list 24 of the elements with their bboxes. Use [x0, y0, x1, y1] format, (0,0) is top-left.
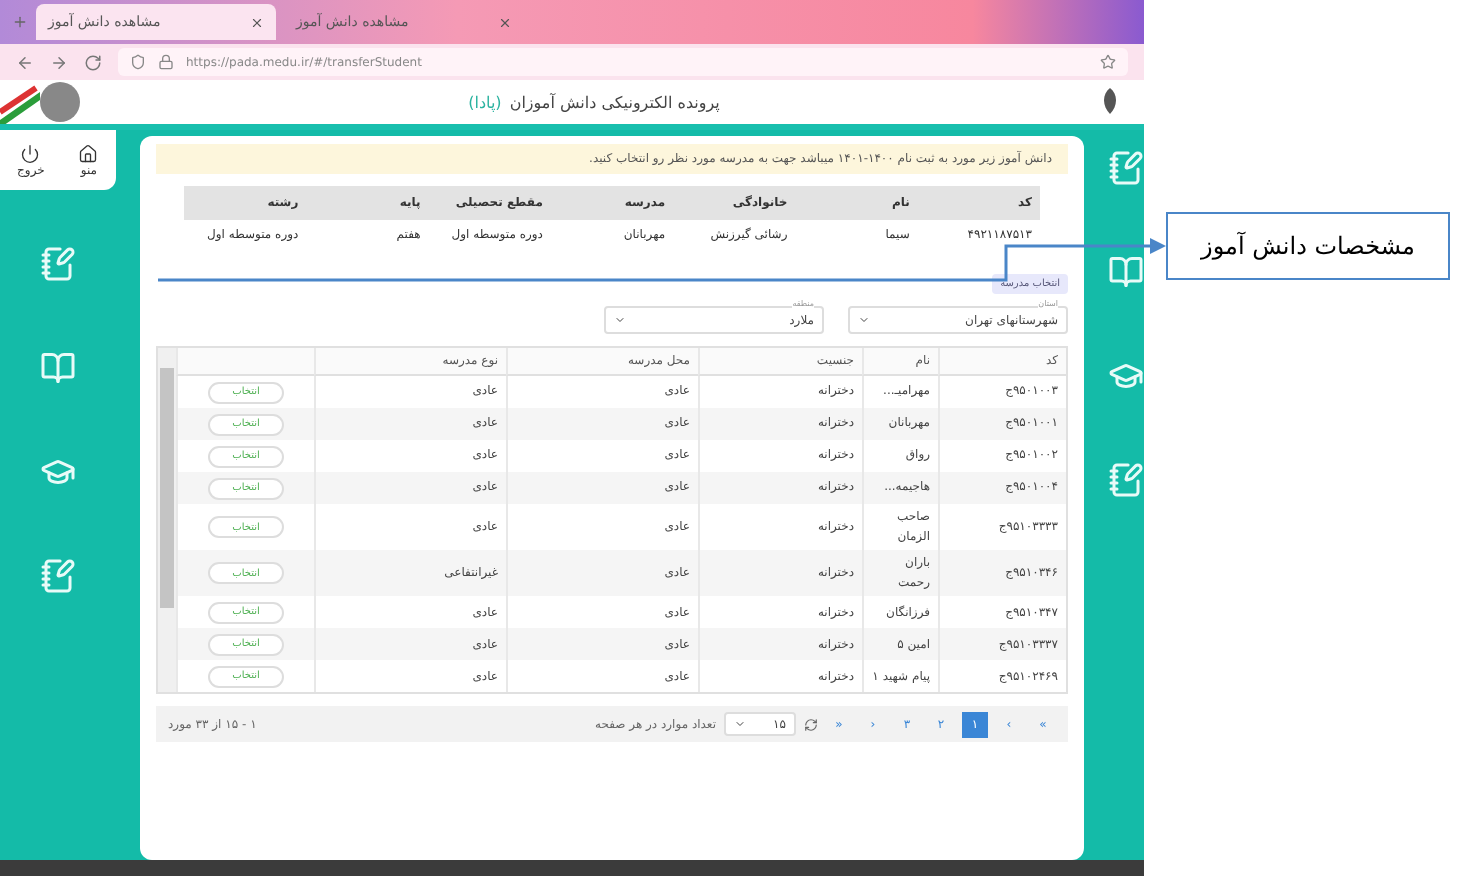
page-title: پرونده الکترونیکی دانش آموزان: [509, 93, 720, 111]
caret-icon[interactable]: [614, 314, 626, 326]
shield-icon: [130, 54, 146, 70]
notebook-icon: [1108, 462, 1144, 498]
back-icon[interactable]: [16, 53, 34, 71]
refresh-icon[interactable]: [804, 717, 818, 732]
notebook-icon: [40, 558, 76, 594]
caret-icon[interactable]: [858, 314, 870, 326]
graduation-cap-icon: [1108, 358, 1144, 394]
notebook-icon: [40, 246, 76, 282]
book-icon: [1108, 254, 1144, 290]
reload-icon[interactable]: [84, 53, 102, 71]
forward-icon[interactable]: [50, 53, 68, 71]
scrollbar[interactable]: [158, 348, 176, 693]
book-icon: [40, 350, 76, 386]
notebook-icon: [1108, 150, 1144, 186]
star-icon[interactable]: [1100, 54, 1116, 70]
graduation-cap-icon: [40, 454, 76, 490]
callout-label: مشخصات دانش آموز: [1166, 212, 1450, 280]
close-icon[interactable]: [250, 15, 264, 29]
caret-icon[interactable]: [734, 718, 746, 731]
lock-icon: [158, 54, 174, 70]
app-name-label: (پادا): [468, 93, 502, 111]
close-icon[interactable]: [498, 15, 512, 29]
